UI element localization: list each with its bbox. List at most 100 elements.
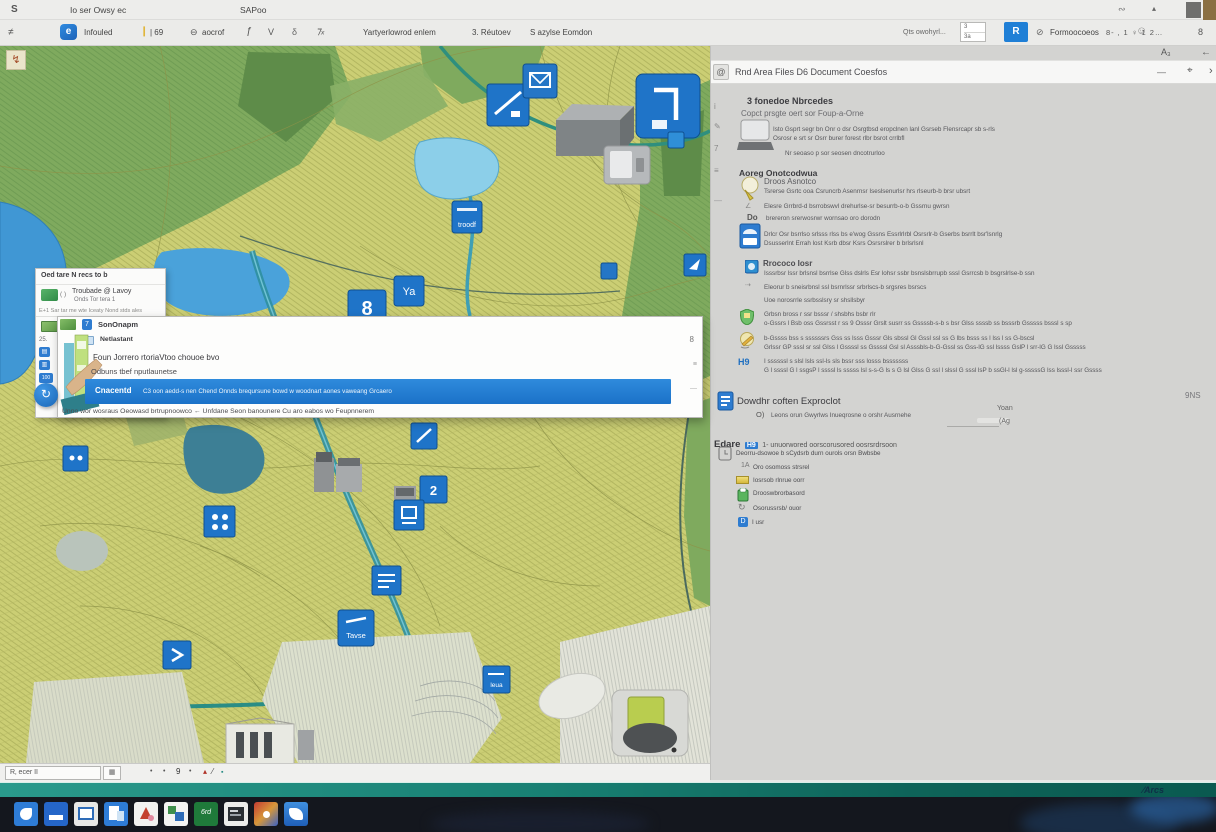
- map-marker-leua[interactable]: leua: [483, 666, 510, 693]
- map-marker-bracket[interactable]: [636, 74, 700, 138]
- item-1-title: Droos Asnotco: [764, 177, 816, 186]
- status-mark-1: •: [150, 768, 152, 775]
- north-arrow-tool-button[interactable]: ↯: [6, 50, 26, 70]
- taskbar-app-5-icon[interactable]: [134, 802, 158, 826]
- export-doc-icon: [717, 391, 735, 411]
- taskbar-app-6-icon[interactable]: [164, 802, 188, 826]
- marker-leua-label: leua: [490, 682, 503, 689]
- app-icon[interactable]: e: [60, 24, 77, 40]
- taskbar-app-2-icon[interactable]: [44, 802, 68, 826]
- map-marker-grid[interactable]: [204, 506, 235, 537]
- toolbar-label-3[interactable]: aocrof: [202, 28, 224, 37]
- map-marker-small-1[interactable]: [411, 423, 437, 449]
- grid-toggle-button[interactable]: ▦: [103, 766, 121, 780]
- refresh-fab-button[interactable]: ↻: [34, 383, 58, 407]
- taskbar-app-3-icon[interactable]: [74, 802, 98, 826]
- map-marker-plane[interactable]: [684, 254, 706, 276]
- section-1-note: Nr seoaso p sor seosen dncotrurloo: [785, 150, 885, 157]
- taskbar-app-1-icon[interactable]: [14, 802, 38, 826]
- toolbar-right-glyphs[interactable]: 8‐ ‚ 1 ♀ 1 2…: [1106, 28, 1163, 37]
- map-marker-chevron[interactable]: [163, 641, 191, 669]
- mini-underline: [947, 426, 999, 427]
- toolbar-menu-3[interactable]: S azylse Eomdon: [530, 28, 592, 37]
- minimize-panel-icon[interactable]: —: [1157, 67, 1166, 77]
- strip-100-icon[interactable]: 100: [39, 373, 53, 383]
- status-mark-4: •: [189, 768, 191, 775]
- map-marker-left[interactable]: [63, 446, 88, 471]
- map-marker-two[interactable]: 2: [420, 476, 447, 503]
- toolbar-drag-icon[interactable]: ≠: [8, 27, 14, 38]
- edare-h9-badge[interactable]: H9: [745, 442, 758, 449]
- dialog-selected-row[interactable]: Cnacentd C3 oon aedd-s nen Chend Onnds b…: [85, 379, 671, 404]
- dialog-row-netlastant[interactable]: Netlastant: [100, 336, 133, 343]
- menu-item-1[interactable]: Io ser Owsy ec: [70, 5, 126, 15]
- window-control-icon[interactable]: ▴: [1152, 4, 1156, 13]
- map-marker-troodf[interactable]: troodf: [452, 201, 482, 233]
- pencil-line-1: b-Gssss bss s ssssssrs Gss ss lsss Gsssr…: [764, 335, 1034, 342]
- command-row-4[interactable]: Drooswbrorbasord: [753, 490, 805, 497]
- layer-item-title[interactable]: Troubade @ Lavoy: [72, 288, 131, 295]
- minimize-glyph-icon[interactable]: ∾: [1118, 4, 1126, 15]
- refresh-fab-glyph: ↻: [41, 387, 51, 401]
- layer-swatch-icon[interactable]: [41, 289, 58, 301]
- dialog-scroll-mark-1[interactable]: ≡: [693, 361, 697, 368]
- annotation-tool-icon[interactable]: A₃: [1161, 47, 1171, 57]
- toolbar-z-icon[interactable]: ⁊ₓ: [316, 26, 325, 37]
- toolbar-v-icon[interactable]: V: [268, 27, 274, 37]
- status-mark-slash: ⁄: [212, 767, 213, 776]
- marker-troodf-label: troodf: [458, 222, 476, 229]
- help-panel-title: Rnd Area Files D6 Document Coesfos: [735, 67, 887, 77]
- toolbar-fx-icon[interactable]: ƒ: [246, 26, 252, 37]
- map-marker-tiny[interactable]: [601, 263, 617, 279]
- taskbar-app-9-icon[interactable]: [254, 802, 278, 826]
- h9-line-2: G l ssssl G l ssgsP l ssssl ls sssss lsl…: [764, 367, 1102, 374]
- map-marker-doc[interactable]: [394, 500, 424, 530]
- taskbar-app-7-icon[interactable]: 6rd: [194, 802, 218, 826]
- map-marker-tag[interactable]: [668, 132, 684, 148]
- h9-link[interactable]: H9: [738, 357, 750, 367]
- back-arrow-icon[interactable]: ←: [1201, 47, 1211, 58]
- smiley-icon[interactable]: ☺: [1136, 25, 1147, 37]
- section-3-line-1: Isssrbsr lssr brlsnsl bsrrlse Glss dslrl…: [764, 270, 1034, 277]
- strip-item-25[interactable]: 25.: [39, 337, 47, 343]
- taskbar-app-4-icon[interactable]: [104, 802, 128, 826]
- command-row-3[interactable]: Iosrsob rlnrue oorr: [753, 477, 804, 484]
- command-row-5[interactable]: Osorussrsb/ ouor: [753, 505, 801, 512]
- shield-line-1: Grbsn bross r ssr bsssr / shsbhs bsbr rl…: [764, 311, 876, 318]
- strip-grid-icon[interactable]: ▤: [39, 347, 50, 357]
- toolbar-circle-icon[interactable]: ⊖: [190, 27, 198, 38]
- dialog-close-button[interactable]: 8: [690, 335, 694, 344]
- pin-panel-icon[interactable]: ⌖: [1187, 65, 1193, 76]
- toolbar-s-icon[interactable]: δ: [292, 27, 297, 37]
- menu-item-2[interactable]: SAPoo: [240, 5, 266, 15]
- taskbar-app-10-icon[interactable]: [284, 802, 308, 826]
- taskbar-app-8-icon[interactable]: [224, 802, 248, 826]
- toolbar-label-2[interactable]: | 69: [150, 28, 163, 37]
- command-row-6[interactable]: I usr: [752, 519, 764, 526]
- next-page-icon[interactable]: ›: [1209, 65, 1213, 77]
- menu-bar: S Io ser Owsy ec SAPoo ∾ ▴: [0, 0, 1216, 20]
- scale-spinbox[interactable]: 3 3a: [960, 22, 986, 42]
- toolbar-eight-glyph[interactable]: 8: [1198, 27, 1203, 37]
- dialog-row-sononapm[interactable]: SonOnapm: [98, 320, 138, 329]
- toolbar-right-text[interactable]: Formoocoeos: [1050, 28, 1099, 37]
- toolbar-label-1[interactable]: Infouled: [84, 28, 112, 37]
- toolbar-menu-2[interactable]: 3. Réutoev: [472, 28, 511, 37]
- window-corner-accent: [1203, 0, 1216, 20]
- map-marker-tavse[interactable]: Tavse: [338, 610, 374, 646]
- dialog-line-1: Foun Jorrero rtoriaVtoo chouoe bvo: [93, 353, 219, 362]
- command-row-2[interactable]: Oro osomoss strsrel: [753, 464, 809, 471]
- run-button[interactable]: R: [1004, 22, 1028, 42]
- strip-table-icon[interactable]: ▥: [39, 360, 50, 370]
- spin-top-value: 3: [964, 23, 985, 32]
- refresh-glyph-icon: ↻: [738, 502, 746, 513]
- ban-circle-icon[interactable]: ⊘: [1036, 27, 1044, 38]
- toolbar-pipe-icon: ❙: [140, 26, 148, 37]
- dialog-scroll-mark-2[interactable]: —: [690, 385, 697, 392]
- command-row-1[interactable]: Deorru-dsowoe b sCydsrb durn ourols orsn…: [736, 450, 881, 457]
- map-marker-ya[interactable]: Ya: [394, 276, 424, 306]
- toolbar-menu-1[interactable]: Yartyerlowrod enlem: [363, 28, 436, 37]
- section-1-line-1: Isto Gsprt segr bn Onr o dsr Osrgtbsd er…: [773, 126, 995, 133]
- map-marker-envelope[interactable]: [523, 64, 557, 98]
- map-marker-lines[interactable]: [372, 566, 401, 595]
